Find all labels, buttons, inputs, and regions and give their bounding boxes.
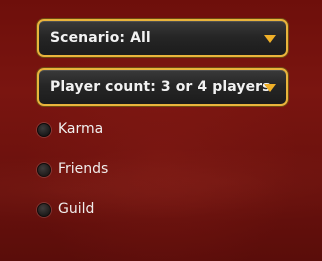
scenario-dropdown-label: Scenario: All <box>50 30 151 46</box>
chevron-down-icon <box>264 84 276 92</box>
filter-panel: Scenario: All Player count: 3 or 4 playe… <box>0 0 322 261</box>
karma-radio[interactable] <box>37 123 51 137</box>
friends-label: Friends <box>58 161 109 177</box>
scenario-dropdown[interactable]: Scenario: All <box>37 19 288 57</box>
chevron-down-icon <box>264 35 276 43</box>
friends-radio[interactable] <box>37 163 51 177</box>
player-count-dropdown-label: Player count: 3 or 4 players <box>50 79 271 95</box>
guild-label: Guild <box>58 201 95 217</box>
karma-label: Karma <box>58 121 104 137</box>
player-count-dropdown[interactable]: Player count: 3 or 4 players <box>37 68 288 106</box>
guild-radio[interactable] <box>37 203 51 217</box>
